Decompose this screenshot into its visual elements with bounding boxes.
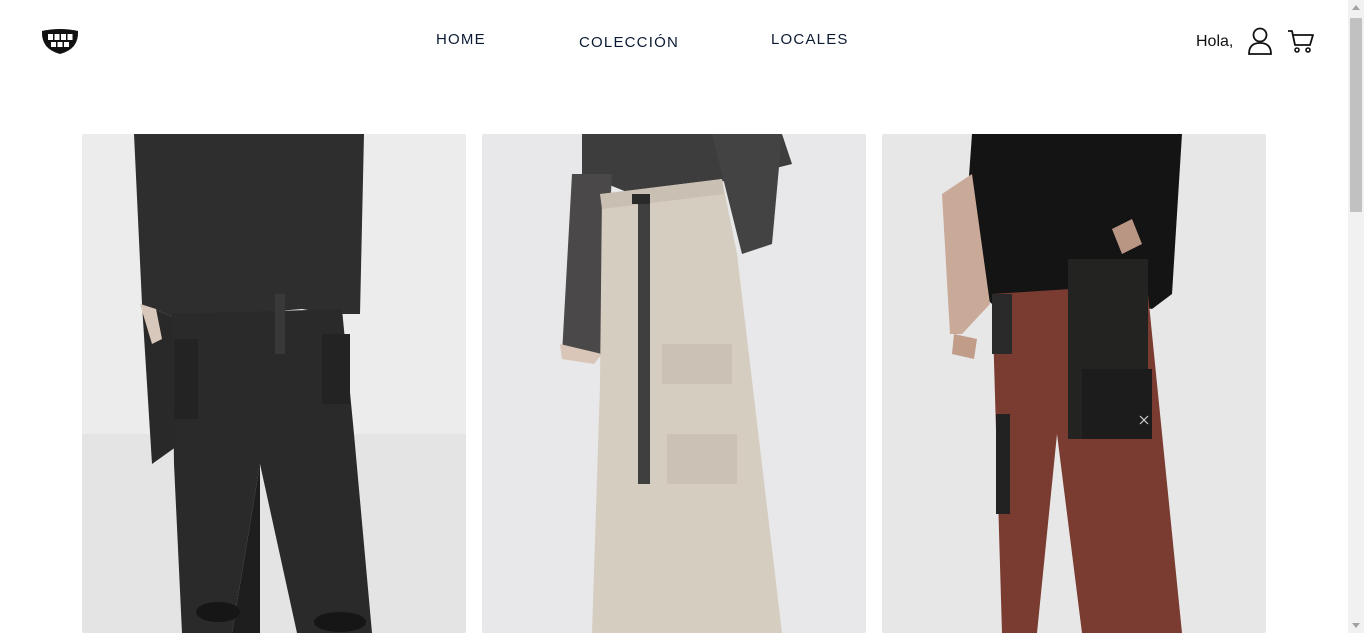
product-card[interactable] [882,134,1266,633]
nav-home[interactable]: HOME [436,31,486,48]
vertical-scrollbar[interactable] [1348,0,1364,633]
site-header: HOME COLECCIÓN LOCALES Hola, [0,0,1348,90]
user-greeting: Hola, [1196,33,1234,50]
product-photo [82,134,466,633]
product-card[interactable] [82,134,466,633]
brand-logo-icon[interactable] [40,27,80,55]
user-icon[interactable] [1247,27,1273,55]
scroll-down-arrow-icon[interactable] [1352,623,1360,628]
scroll-thumb[interactable] [1350,18,1362,212]
scroll-up-arrow-icon[interactable] [1352,5,1360,10]
product-photo [882,134,1266,633]
nav-locales[interactable]: LOCALES [771,31,849,48]
nav-coleccion[interactable]: COLECCIÓN [579,34,679,51]
shopping-cart-icon[interactable] [1287,29,1315,54]
product-card[interactable] [482,134,866,633]
product-photo [482,134,866,633]
